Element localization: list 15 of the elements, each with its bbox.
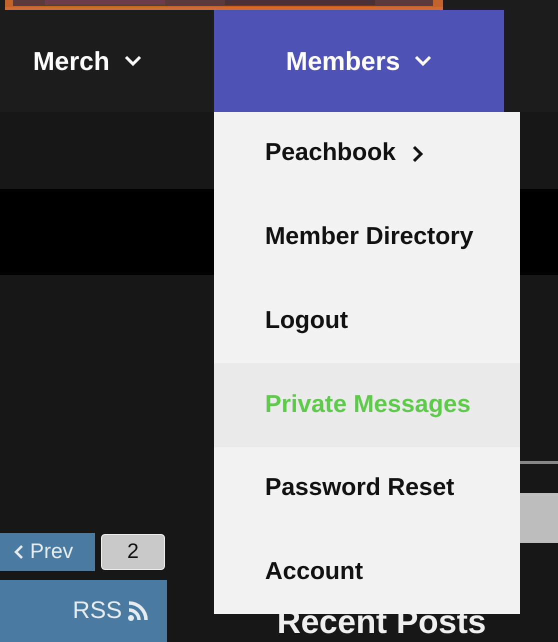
chevron-left-icon [14,544,24,560]
menu-item[interactable]: Member Directory [214,196,520,280]
nav-tab[interactable]: Members [214,10,504,112]
prev-button[interactable]: Prev [0,533,95,571]
menu-item[interactable]: Peachbook [214,112,520,196]
chevron-down-icon [124,55,142,67]
menu-item[interactable]: Account [214,530,520,614]
rss-icon [127,600,149,622]
nav-tab[interactable]: Merch [0,10,214,112]
menu-item[interactable]: Logout [214,279,520,364]
input-field [520,493,558,543]
chevron-down-icon [414,55,432,67]
menu-item[interactable]: Password Reset [214,446,520,530]
page-button[interactable]: 2 [101,534,165,570]
rss-button[interactable]: RSS [0,580,167,642]
